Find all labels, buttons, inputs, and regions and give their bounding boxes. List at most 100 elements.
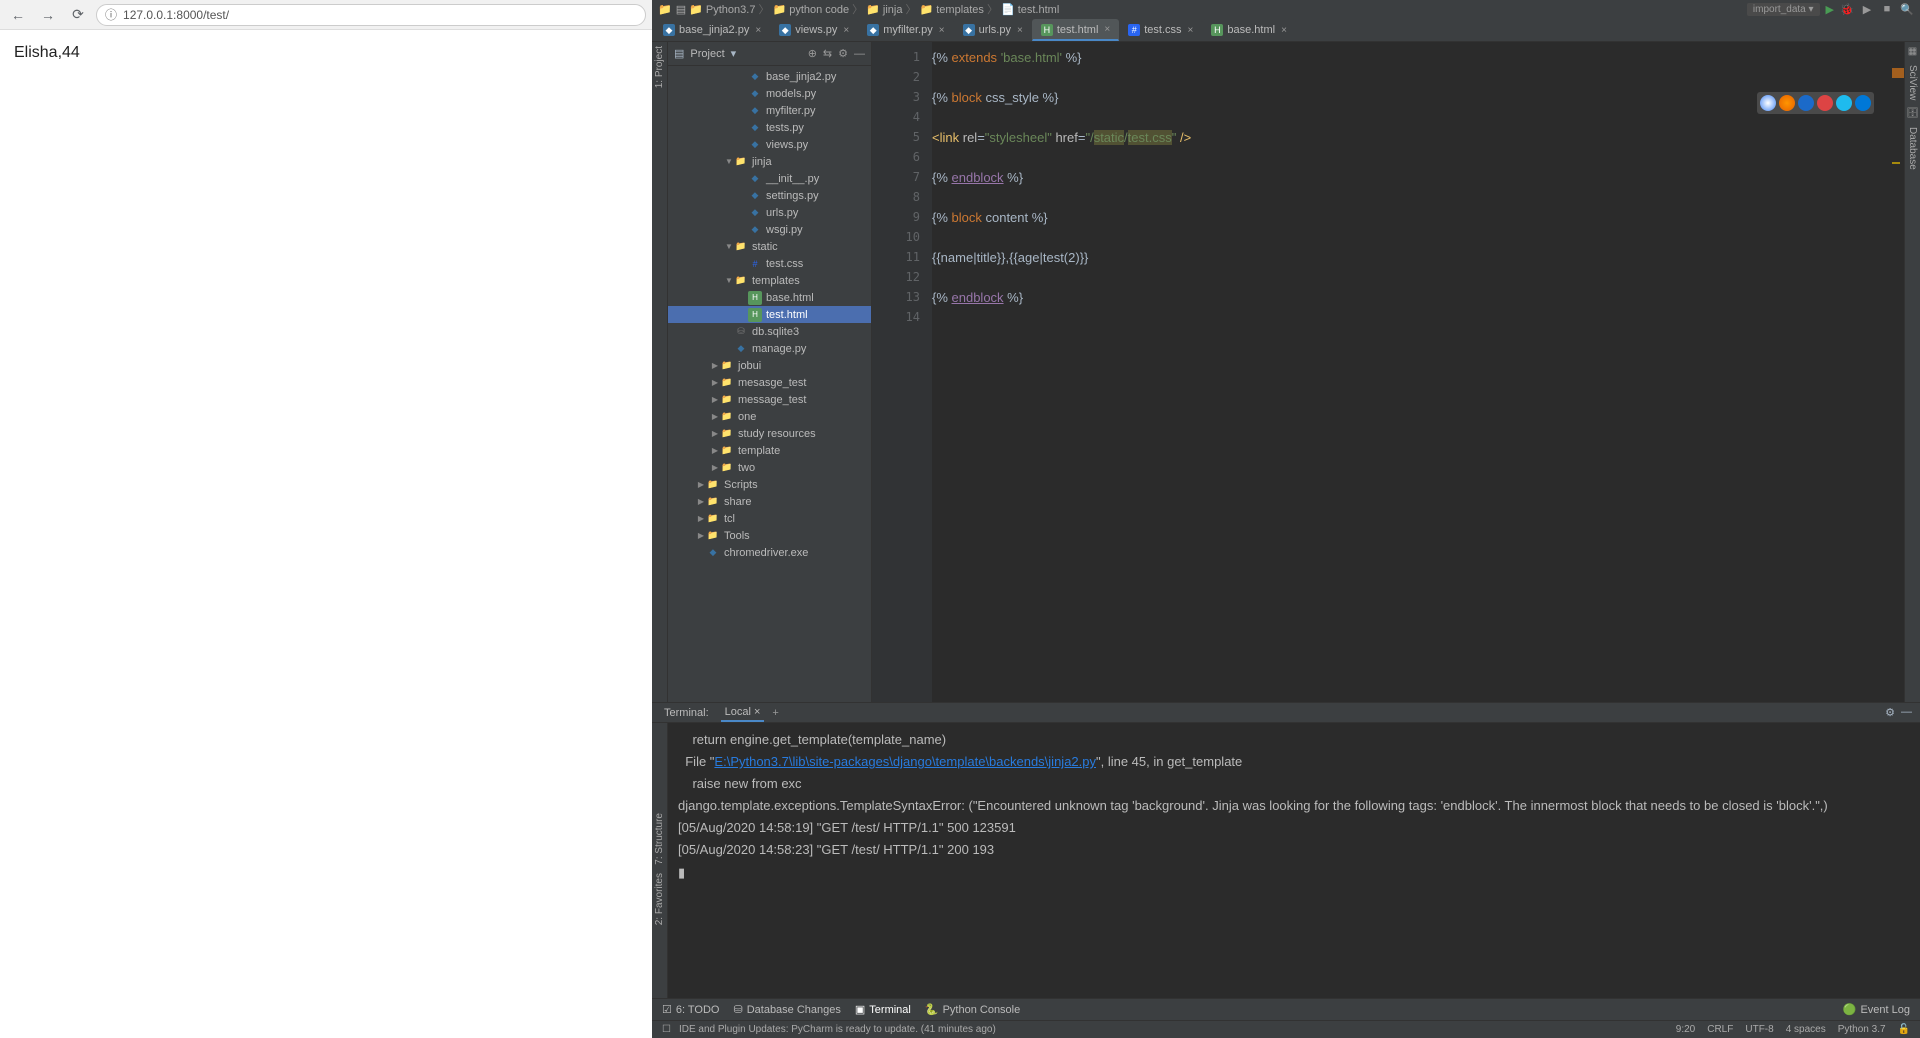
run-config-dropdown[interactable]: import_data ▾ [1747, 3, 1820, 16]
tree-item[interactable]: ◆settings.py [668, 187, 871, 204]
run-attached-button[interactable]: ▶ [1860, 2, 1874, 16]
code-line[interactable]: {% endblock %} [932, 170, 1904, 190]
tree-item[interactable]: ▶📁two [668, 459, 871, 476]
tree-item[interactable]: ▶📁Scripts [668, 476, 871, 493]
indent[interactable]: 4 spaces [1786, 1024, 1826, 1035]
editor-tab[interactable]: ◆urls.py× [954, 19, 1032, 41]
tree-item[interactable]: ▶📁mesasge_test [668, 374, 871, 391]
status-notifications-icon[interactable]: ☐ [662, 1024, 671, 1035]
breadcrumb-item[interactable]: 📁 python code [772, 4, 849, 16]
editor[interactable]: 1234567891011121314 {% extends 'base.htm… [872, 42, 1904, 702]
terminal-tab[interactable]: ▣ Terminal [855, 1003, 911, 1016]
code-line[interactable] [932, 310, 1904, 330]
settings-icon[interactable]: ⚙ [838, 47, 848, 60]
tree-item[interactable]: ▶📁one [668, 408, 871, 425]
update-message[interactable]: IDE and Plugin Updates: PyCharm is ready… [679, 1024, 996, 1035]
todo-tab[interactable]: ☑ 6: TODO [662, 1003, 719, 1016]
tree-item[interactable]: ◆models.py [668, 85, 871, 102]
code-line[interactable]: {% block content %} [932, 210, 1904, 230]
database-tab-label[interactable]: Database [1907, 127, 1918, 170]
structure-tab-label[interactable]: 7: Structure [654, 813, 665, 865]
tree-item[interactable]: ◆urls.py [668, 204, 871, 221]
tree-item[interactable]: Htest.html [668, 306, 871, 323]
reload-button[interactable]: ⟳ [66, 3, 90, 27]
tree-item[interactable]: ▶📁share [668, 493, 871, 510]
editor-tab[interactable]: Htest.html× [1032, 19, 1119, 41]
editor-tab[interactable]: Hbase.html× [1202, 19, 1296, 41]
stop-button[interactable]: ■ [1880, 2, 1894, 16]
interpreter[interactable]: Python 3.7 [1838, 1024, 1886, 1035]
ie-icon[interactable] [1836, 95, 1852, 111]
code-line[interactable] [932, 70, 1904, 90]
tree-item[interactable]: ▶📁tcl [668, 510, 871, 527]
code-line[interactable]: <link rel="stylesheel" href="/static/tes… [932, 130, 1904, 150]
tree-item[interactable]: ◆manage.py [668, 340, 871, 357]
opera-icon[interactable] [1817, 95, 1833, 111]
db-icon[interactable]: 🗄 [1906, 108, 1919, 119]
back-button[interactable]: ← [6, 3, 30, 27]
collapse-icon[interactable]: ⇆ [823, 47, 832, 60]
code-line[interactable] [932, 270, 1904, 290]
terminal-settings-icon[interactable]: ⚙ [1885, 706, 1895, 719]
close-icon[interactable]: × [755, 25, 761, 36]
debug-button[interactable]: 🐞 [1840, 2, 1854, 16]
tree-item[interactable]: ◆base_jinja2.py [668, 68, 871, 85]
close-icon[interactable]: × [939, 25, 945, 36]
close-icon[interactable]: × [1017, 25, 1023, 36]
editor-tab[interactable]: ◆views.py× [770, 19, 858, 41]
editor-tab[interactable]: #test.css× [1119, 19, 1202, 41]
forward-button[interactable]: → [36, 3, 60, 27]
tree-item[interactable]: ◆chromedriver.exe [668, 544, 871, 561]
locate-icon[interactable]: ⊕ [808, 47, 817, 60]
tree-item[interactable]: ▶📁Tools [668, 527, 871, 544]
favorites-tab-label[interactable]: 2: Favorites [654, 873, 665, 925]
code-line[interactable]: {% extends 'base.html' %} [932, 50, 1904, 70]
tree-item[interactable]: ▶📁message_test [668, 391, 871, 408]
tree-item[interactable]: ◆__init__.py [668, 170, 871, 187]
tree-item[interactable]: ▼📁templates [668, 272, 871, 289]
search-icon[interactable]: 🔍 [1900, 2, 1914, 16]
terminal-link[interactable]: E:\Python3.7\lib\site-packages\django\te… [714, 754, 1096, 769]
close-icon[interactable]: × [1188, 25, 1194, 36]
db-changes-tab[interactable]: ⛁ Database Changes [733, 1003, 840, 1016]
breadcrumb-item[interactable]: 📁 templates [919, 4, 983, 16]
terminal-body[interactable]: return engine.get_template(template_name… [668, 723, 1920, 998]
tree-item[interactable]: ▶📁jobui [668, 357, 871, 374]
tree-item[interactable]: Hbase.html [668, 289, 871, 306]
tree-item[interactable]: ◆views.py [668, 136, 871, 153]
close-icon[interactable]: × [843, 25, 849, 36]
line-separator[interactable]: CRLF [1707, 1024, 1733, 1035]
read-only-lock-icon[interactable]: 🔓 [1898, 1024, 1910, 1035]
code-line[interactable] [932, 230, 1904, 250]
edge-icon[interactable] [1855, 95, 1871, 111]
code-line[interactable] [932, 190, 1904, 210]
editor-tab[interactable]: ◆myfilter.py× [858, 19, 953, 41]
code-line[interactable]: {% endblock %} [932, 290, 1904, 310]
sciview-tab-label[interactable]: SciView [1907, 65, 1918, 100]
hide-icon[interactable]: — [854, 48, 865, 60]
chrome-icon[interactable] [1760, 95, 1776, 111]
terminal-add-button[interactable]: + [772, 707, 778, 719]
grid-icon[interactable]: ▦ [1908, 46, 1917, 57]
project-tree[interactable]: ◆base_jinja2.py◆models.py◆myfilter.py◆te… [668, 66, 871, 702]
terminal-hide-icon[interactable]: — [1901, 706, 1912, 719]
tree-item[interactable]: ⛁db.sqlite3 [668, 323, 871, 340]
code-line[interactable]: {{name|title}},{{age|test(2)}} [932, 250, 1904, 270]
address-bar[interactable]: ⓘ 127.0.0.1:8000/test/ [96, 4, 646, 26]
tree-item[interactable]: ◆tests.py [668, 119, 871, 136]
tree-item[interactable]: #test.css [668, 255, 871, 272]
project-dropdown-icon[interactable]: ▾ [731, 47, 737, 60]
editor-tab[interactable]: ◆base_jinja2.py× [654, 19, 770, 41]
breadcrumb-item[interactable]: ▤ 📁 Python3.7 [676, 4, 756, 16]
caret-position[interactable]: 9:20 [1676, 1024, 1695, 1035]
safari-icon[interactable] [1798, 95, 1814, 111]
event-log-tab[interactable]: 🟢 Event Log [1843, 1003, 1910, 1016]
terminal-tab-local[interactable]: Local × [721, 704, 765, 722]
close-icon[interactable]: × [1281, 25, 1287, 36]
code-area[interactable]: {% extends 'base.html' %}{% block css_st… [932, 42, 1904, 702]
tree-item[interactable]: ◆myfilter.py [668, 102, 871, 119]
tree-item[interactable]: ▶📁study resources [668, 425, 871, 442]
project-tab-label[interactable]: 1: Project [654, 46, 665, 88]
code-line[interactable] [932, 150, 1904, 170]
tree-item[interactable]: ▼📁jinja [668, 153, 871, 170]
